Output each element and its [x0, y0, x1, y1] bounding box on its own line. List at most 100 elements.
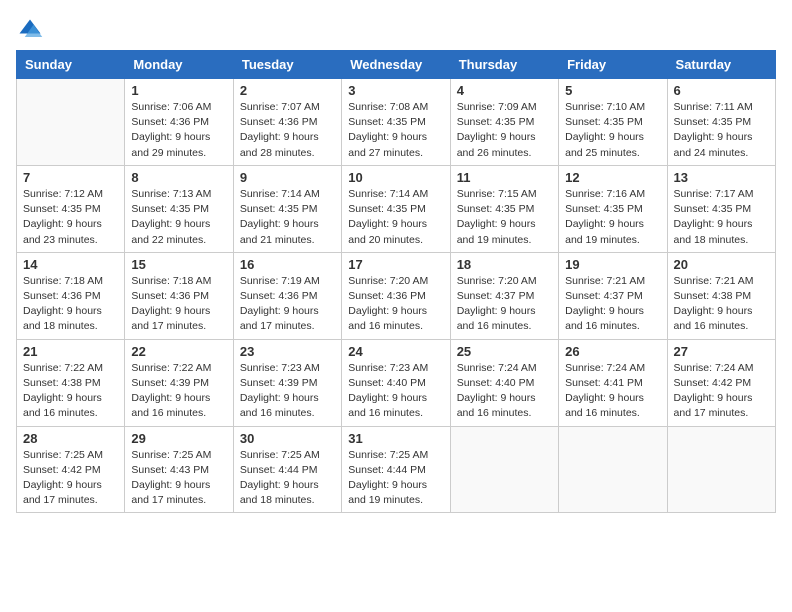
- calendar-cell: 4 Sunrise: 7:09 AMSunset: 4:35 PMDaylight…: [450, 79, 558, 166]
- day-info: Sunrise: 7:24 AMSunset: 4:42 PMDaylight:…: [674, 361, 769, 422]
- calendar-cell: 30 Sunrise: 7:25 AMSunset: 4:44 PMDayligh…: [233, 426, 341, 513]
- day-info: Sunrise: 7:22 AMSunset: 4:38 PMDaylight:…: [23, 361, 118, 422]
- day-info: Sunrise: 7:21 AMSunset: 4:38 PMDaylight:…: [674, 274, 769, 335]
- calendar-cell: 27 Sunrise: 7:24 AMSunset: 4:42 PMDayligh…: [667, 339, 775, 426]
- day-info: Sunrise: 7:21 AMSunset: 4:37 PMDaylight:…: [565, 274, 660, 335]
- calendar-cell: 1 Sunrise: 7:06 AMSunset: 4:36 PMDaylight…: [125, 79, 233, 166]
- calendar-week-row: 1 Sunrise: 7:06 AMSunset: 4:36 PMDaylight…: [17, 79, 776, 166]
- day-info: Sunrise: 7:12 AMSunset: 4:35 PMDaylight:…: [23, 187, 118, 248]
- calendar-week-row: 21Sunrise: 7:22 AMSunset: 4:38 PMDayligh…: [17, 339, 776, 426]
- day-number: 11: [457, 170, 552, 185]
- calendar-cell: 25Sunrise: 7:24 AMSunset: 4:40 PMDayligh…: [450, 339, 558, 426]
- calendar-cell: 24Sunrise: 7:23 AMSunset: 4:40 PMDayligh…: [342, 339, 450, 426]
- header-wednesday: Wednesday: [342, 51, 450, 79]
- calendar-cell: 6 Sunrise: 7:11 AMSunset: 4:35 PMDaylight…: [667, 79, 775, 166]
- day-info: Sunrise: 7:09 AMSunset: 4:35 PMDaylight:…: [457, 100, 552, 161]
- calendar-cell: 26 Sunrise: 7:24 AMSunset: 4:41 PMDayligh…: [559, 339, 667, 426]
- day-info: Sunrise: 7:25 AMSunset: 4:44 PMDaylight:…: [348, 448, 443, 509]
- calendar-cell: 7 Sunrise: 7:12 AMSunset: 4:35 PMDaylight…: [17, 165, 125, 252]
- day-info: Sunrise: 7:14 AMSunset: 4:35 PMDaylight:…: [348, 187, 443, 248]
- day-number: 15: [131, 257, 226, 272]
- logo-icon: [16, 16, 44, 44]
- page-header: [16, 16, 776, 44]
- day-info: Sunrise: 7:23 AMSunset: 4:39 PMDaylight:…: [240, 361, 335, 422]
- calendar-week-row: 14 Sunrise: 7:18 AMSunset: 4:36 PMDayligh…: [17, 252, 776, 339]
- day-info: Sunrise: 7:25 AMSunset: 4:44 PMDaylight:…: [240, 448, 335, 509]
- day-number: 4: [457, 83, 552, 98]
- day-info: Sunrise: 7:13 AMSunset: 4:35 PMDaylight:…: [131, 187, 226, 248]
- day-number: 17: [348, 257, 443, 272]
- day-info: Sunrise: 7:18 AMSunset: 4:36 PMDaylight:…: [23, 274, 118, 335]
- day-number: 6: [674, 83, 769, 98]
- calendar-cell: 18 Sunrise: 7:20 AMSunset: 4:37 PMDayligh…: [450, 252, 558, 339]
- day-info: Sunrise: 7:14 AMSunset: 4:35 PMDaylight:…: [240, 187, 335, 248]
- day-number: 22: [131, 344, 226, 359]
- day-info: Sunrise: 7:24 AMSunset: 4:41 PMDaylight:…: [565, 361, 660, 422]
- day-info: Sunrise: 7:15 AMSunset: 4:35 PMDaylight:…: [457, 187, 552, 248]
- calendar-cell: 29 Sunrise: 7:25 AMSunset: 4:43 PMDayligh…: [125, 426, 233, 513]
- calendar-cell: 28 Sunrise: 7:25 AMSunset: 4:42 PMDayligh…: [17, 426, 125, 513]
- day-number: 19: [565, 257, 660, 272]
- calendar-cell: 17 Sunrise: 7:20 AMSunset: 4:36 PMDayligh…: [342, 252, 450, 339]
- calendar-cell: [667, 426, 775, 513]
- header-sunday: Sunday: [17, 51, 125, 79]
- calendar-cell: 20 Sunrise: 7:21 AMSunset: 4:38 PMDayligh…: [667, 252, 775, 339]
- calendar-cell: 9Sunrise: 7:14 AMSunset: 4:35 PMDaylight…: [233, 165, 341, 252]
- day-info: Sunrise: 7:25 AMSunset: 4:43 PMDaylight:…: [131, 448, 226, 509]
- calendar-cell: 21Sunrise: 7:22 AMSunset: 4:38 PMDayligh…: [17, 339, 125, 426]
- day-number: 23: [240, 344, 335, 359]
- day-info: Sunrise: 7:25 AMSunset: 4:42 PMDaylight:…: [23, 448, 118, 509]
- day-info: Sunrise: 7:10 AMSunset: 4:35 PMDaylight:…: [565, 100, 660, 161]
- logo: [16, 16, 48, 44]
- day-number: 2: [240, 83, 335, 98]
- calendar-cell: [17, 79, 125, 166]
- calendar-cell: 22 Sunrise: 7:22 AMSunset: 4:39 PMDayligh…: [125, 339, 233, 426]
- day-info: Sunrise: 7:06 AMSunset: 4:36 PMDaylight:…: [131, 100, 226, 161]
- day-number: 12: [565, 170, 660, 185]
- day-number: 26: [565, 344, 660, 359]
- day-number: 3: [348, 83, 443, 98]
- calendar-cell: [450, 426, 558, 513]
- day-info: Sunrise: 7:20 AMSunset: 4:36 PMDaylight:…: [348, 274, 443, 335]
- header-monday: Monday: [125, 51, 233, 79]
- header-tuesday: Tuesday: [233, 51, 341, 79]
- day-info: Sunrise: 7:11 AMSunset: 4:35 PMDaylight:…: [674, 100, 769, 161]
- day-number: 7: [23, 170, 118, 185]
- day-number: 24: [348, 344, 443, 359]
- calendar-cell: 3Sunrise: 7:08 AMSunset: 4:35 PMDaylight…: [342, 79, 450, 166]
- day-number: 1: [131, 83, 226, 98]
- day-number: 8: [131, 170, 226, 185]
- calendar-week-row: 28 Sunrise: 7:25 AMSunset: 4:42 PMDayligh…: [17, 426, 776, 513]
- calendar-cell: 12 Sunrise: 7:16 AMSunset: 4:35 PMDayligh…: [559, 165, 667, 252]
- header-thursday: Thursday: [450, 51, 558, 79]
- calendar-cell: 5 Sunrise: 7:10 AMSunset: 4:35 PMDaylight…: [559, 79, 667, 166]
- day-number: 29: [131, 431, 226, 446]
- calendar-cell: [559, 426, 667, 513]
- day-number: 30: [240, 431, 335, 446]
- calendar-cell: 8 Sunrise: 7:13 AMSunset: 4:35 PMDaylight…: [125, 165, 233, 252]
- day-number: 25: [457, 344, 552, 359]
- calendar-cell: 19 Sunrise: 7:21 AMSunset: 4:37 PMDayligh…: [559, 252, 667, 339]
- day-info: Sunrise: 7:22 AMSunset: 4:39 PMDaylight:…: [131, 361, 226, 422]
- day-number: 20: [674, 257, 769, 272]
- day-info: Sunrise: 7:16 AMSunset: 4:35 PMDaylight:…: [565, 187, 660, 248]
- calendar-header-row: SundayMondayTuesdayWednesdayThursdayFrid…: [17, 51, 776, 79]
- day-info: Sunrise: 7:20 AMSunset: 4:37 PMDaylight:…: [457, 274, 552, 335]
- calendar-cell: 2 Sunrise: 7:07 AMSunset: 4:36 PMDaylight…: [233, 79, 341, 166]
- day-info: Sunrise: 7:07 AMSunset: 4:36 PMDaylight:…: [240, 100, 335, 161]
- day-number: 27: [674, 344, 769, 359]
- day-number: 31: [348, 431, 443, 446]
- day-number: 14: [23, 257, 118, 272]
- day-number: 28: [23, 431, 118, 446]
- calendar-cell: 11 Sunrise: 7:15 AMSunset: 4:35 PMDayligh…: [450, 165, 558, 252]
- calendar-cell: 23 Sunrise: 7:23 AMSunset: 4:39 PMDayligh…: [233, 339, 341, 426]
- day-number: 10: [348, 170, 443, 185]
- calendar-cell: 15Sunrise: 7:18 AMSunset: 4:36 PMDayligh…: [125, 252, 233, 339]
- day-number: 5: [565, 83, 660, 98]
- day-number: 18: [457, 257, 552, 272]
- day-number: 13: [674, 170, 769, 185]
- header-saturday: Saturday: [667, 51, 775, 79]
- calendar-cell: 31 Sunrise: 7:25 AMSunset: 4:44 PMDayligh…: [342, 426, 450, 513]
- header-friday: Friday: [559, 51, 667, 79]
- day-info: Sunrise: 7:17 AMSunset: 4:35 PMDaylight:…: [674, 187, 769, 248]
